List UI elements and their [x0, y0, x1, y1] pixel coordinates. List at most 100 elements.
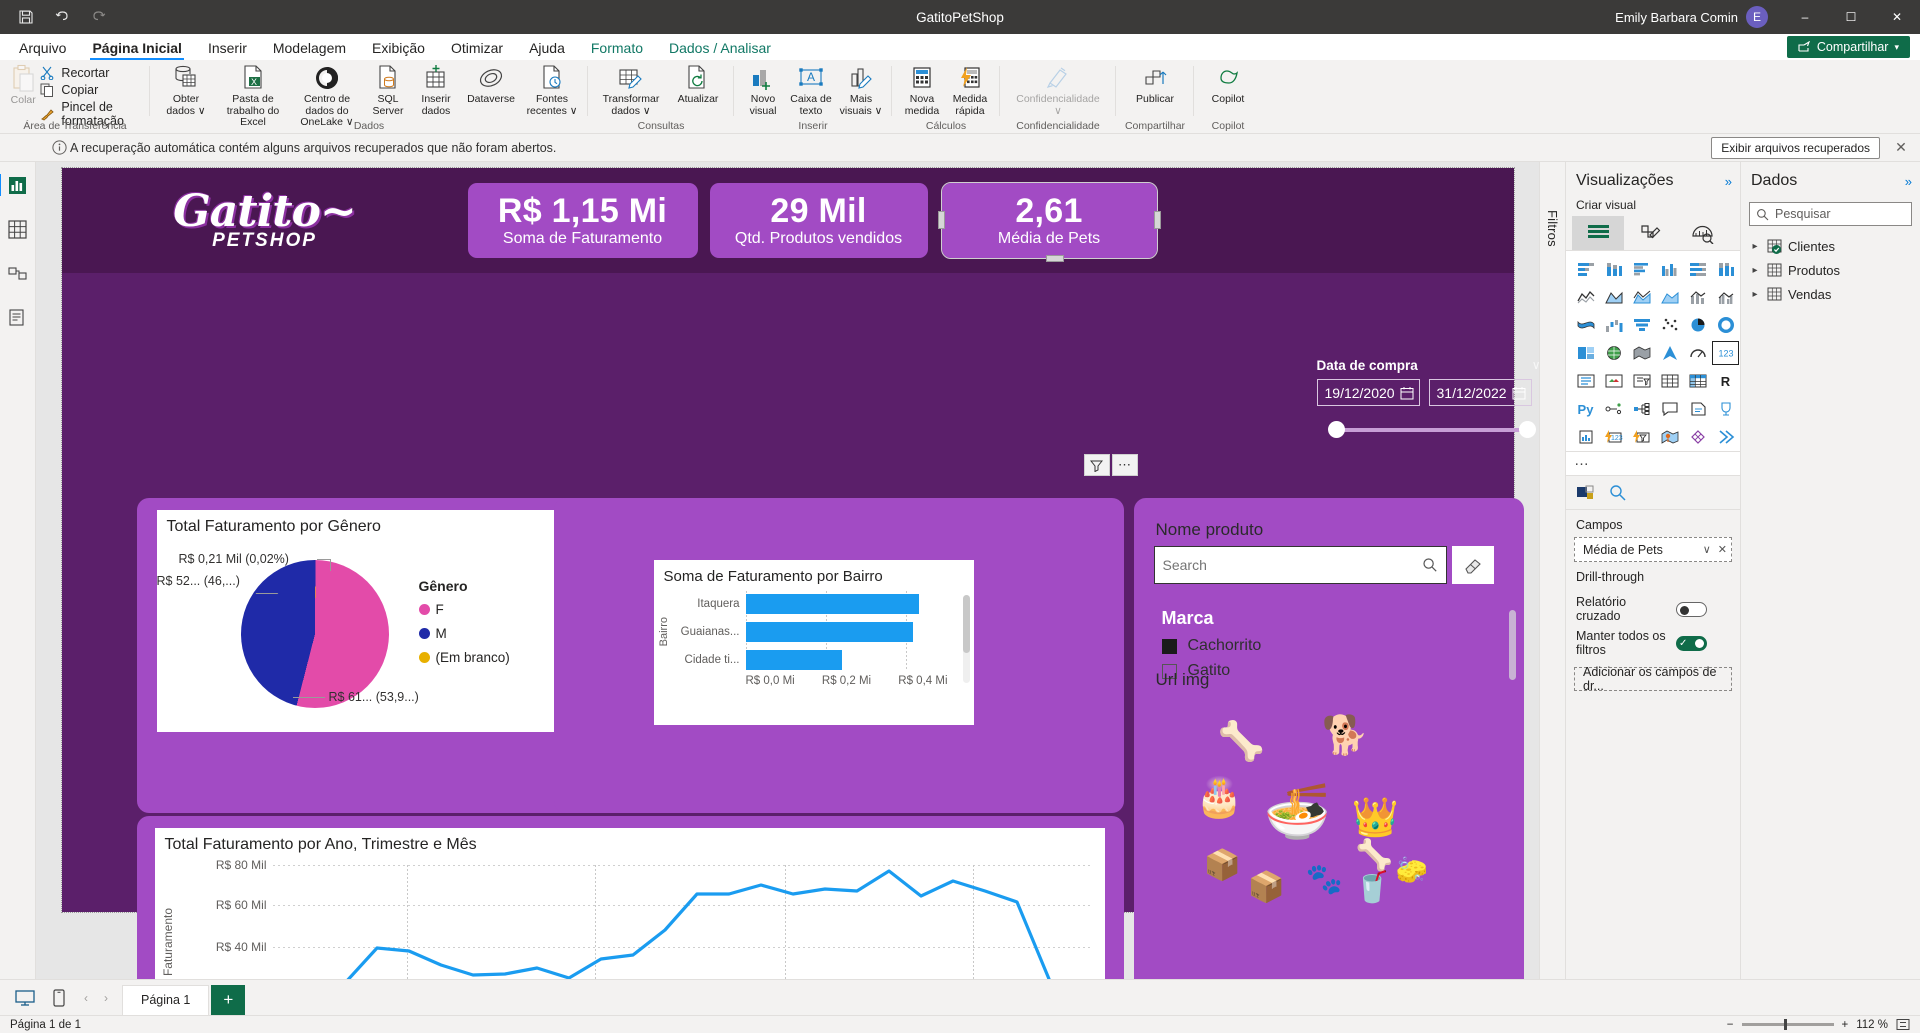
kpi-icon[interactable]	[1600, 369, 1627, 393]
bar-row[interactable]: Itaquera	[676, 591, 948, 617]
report-canvas[interactable]: Gatito~ PETSHOP R$ 1,15 Mi Soma de Fatur…	[60, 167, 1539, 979]
dataverse-button[interactable]: Dataverse	[460, 63, 522, 106]
desktop-view-icon[interactable]	[8, 980, 42, 1015]
data-table-clientes[interactable]: ▸ Clientes	[1749, 234, 1920, 258]
line-and-clustered-column-chart-icon[interactable]	[1712, 285, 1739, 309]
kpi-card-produtos-vendidos[interactable]: 29 Mil Qtd. Produtos vendidos	[709, 183, 928, 258]
data-search-box[interactable]: Pesquisar	[1749, 202, 1912, 226]
bar-chart-visual[interactable]: Soma de Faturamento por Bairro Bairro It…	[653, 560, 974, 725]
tab-modelagem[interactable]: Modelagem	[260, 37, 359, 60]
product-search-box[interactable]	[1153, 546, 1447, 584]
decomposition-tree-icon[interactable]	[1628, 397, 1655, 421]
novo-visual-button[interactable]: Novo visual	[740, 63, 786, 117]
map-icon[interactable]	[1600, 341, 1627, 365]
transformar-dados-button[interactable]: Transformar dados ∨	[594, 63, 668, 117]
date-slicer[interactable]: Data de compra ∨ 19/12/2020 31/12/2022	[1316, 358, 1540, 438]
narrative-icon[interactable]	[1684, 397, 1711, 421]
100-stacked-column-chart-icon[interactable]	[1712, 257, 1739, 281]
chevron-down-icon[interactable]: ∨	[1703, 543, 1711, 556]
medida-rapida-button[interactable]: Medida rápida	[946, 63, 994, 117]
bar-fill[interactable]	[745, 622, 914, 642]
filter-icon[interactable]	[1083, 454, 1110, 476]
mais-visuais-button[interactable]: Mais visuais ∨	[836, 63, 886, 117]
legend-item[interactable]: M	[418, 626, 510, 641]
bar-chart-scrollbar[interactable]	[962, 595, 970, 683]
stacked-bar-chart-icon[interactable]	[1572, 257, 1599, 281]
stacked-column-chart-icon[interactable]	[1600, 257, 1627, 281]
python-visual-icon[interactable]: Py	[1572, 397, 1599, 421]
resize-handle-left[interactable]	[937, 211, 945, 229]
more-options-icon[interactable]: ⋯	[1111, 454, 1138, 476]
legend-item[interactable]: (Em branco)	[418, 650, 510, 665]
line-chart-visual[interactable]: Total Faturamento por Ano, Trimestre e M…	[154, 828, 1105, 979]
nova-medida-button[interactable]: Nova medida	[898, 63, 946, 117]
slicer-end-date-input[interactable]: 31/12/2022	[1428, 379, 1532, 406]
prev-page-button[interactable]: ‹	[76, 980, 96, 1015]
waterfall-chart-icon[interactable]	[1600, 313, 1627, 337]
publicar-button[interactable]: Publicar	[1122, 63, 1188, 106]
format-visual-icon[interactable]	[1624, 216, 1676, 250]
r-script-visual-icon[interactable]: R	[1712, 369, 1739, 393]
next-page-button[interactable]: ›	[96, 980, 116, 1015]
field-well-media-de-pets[interactable]: Média de Pets ∨ ✕	[1574, 537, 1732, 562]
stacked-area-chart-icon[interactable]	[1628, 285, 1655, 309]
donut-chart-icon[interactable]	[1712, 313, 1739, 337]
excel-workbook-button[interactable]: X Pasta de trabalho do Excel	[216, 63, 290, 129]
100-stacked-bar-chart-icon[interactable]	[1684, 257, 1711, 281]
marca-item-cachorrito[interactable]: Cachorrito	[1161, 637, 1261, 655]
data-table-produtos[interactable]: ▸ Produtos	[1749, 258, 1920, 282]
zoom-slider[interactable]	[1741, 1019, 1834, 1030]
show-recovered-files-button[interactable]: Exibir arquivos recuperados	[1711, 136, 1880, 159]
drillthrough-field-dropzone[interactable]: Adicionar os campos de dr...	[1574, 665, 1732, 693]
custom-visual-chevrons-icon[interactable]	[1712, 425, 1739, 449]
copy-button[interactable]: Copiar	[40, 83, 144, 97]
slicer-handle-start[interactable]	[1327, 421, 1345, 438]
scatter-chart-icon[interactable]	[1656, 313, 1683, 337]
key-influencers-icon[interactable]	[1600, 397, 1627, 421]
slicer-icon[interactable]	[1628, 369, 1655, 393]
build-visual-icon[interactable]	[1572, 216, 1624, 250]
onelake-button[interactable]: Centro de dados do OneLake ∨	[290, 63, 364, 129]
slicer-range-track[interactable]	[1317, 421, 1540, 438]
tab-otimizar[interactable]: Otimizar	[438, 37, 516, 60]
mobile-view-icon[interactable]	[42, 980, 76, 1015]
fontes-recentes-button[interactable]: Fontes recentes ∨	[522, 63, 582, 117]
calendar-icon[interactable]	[1512, 386, 1526, 400]
chevron-down-icon[interactable]: ▾	[1894, 42, 1899, 53]
fit-to-page-icon[interactable]	[1896, 1018, 1910, 1031]
gauge-icon[interactable]	[1684, 341, 1711, 365]
pie-chart-visual[interactable]: Total Faturamento por Gênero R$ 0,21 Mil…	[156, 510, 587, 732]
line-chart-icon[interactable]	[1572, 285, 1599, 309]
legend-item[interactable]: F	[418, 602, 510, 617]
chevron-right-icon[interactable]: ▸	[1749, 289, 1761, 300]
copilot-button[interactable]: Copilot	[1200, 63, 1256, 106]
share-button[interactable]: Compartilhar ▾	[1786, 36, 1910, 58]
tab-exibicao[interactable]: Exibição	[359, 37, 438, 60]
page-tab-pagina-1[interactable]: Página 1	[122, 985, 210, 1015]
filled-map-icon[interactable]	[1628, 341, 1655, 365]
arcgis-map-icon[interactable]	[1656, 425, 1683, 449]
search-input[interactable]	[1162, 557, 1422, 573]
zoom-in-button[interactable]: +	[1842, 1019, 1849, 1031]
calendar-icon[interactable]	[1400, 386, 1414, 400]
multi-row-card-icon[interactable]	[1572, 369, 1599, 393]
slicer-handle-end[interactable]	[1518, 421, 1536, 438]
matrix-icon[interactable]	[1684, 369, 1711, 393]
sql-server-button[interactable]: SQL Server	[364, 63, 412, 117]
clustered-bar-chart-icon[interactable]	[1628, 257, 1655, 281]
qa-visual-icon[interactable]	[1656, 397, 1683, 421]
treemap-icon[interactable]	[1572, 341, 1599, 365]
filters-pane-collapsed[interactable]: Filtros	[1539, 162, 1565, 979]
chevron-right-icon[interactable]: ▸	[1749, 265, 1761, 276]
tab-inserir[interactable]: Inserir	[195, 37, 260, 60]
bar-row[interactable]: Cidade ti...	[676, 647, 948, 673]
tab-ajuda[interactable]: Ajuda	[516, 37, 578, 60]
marca-list-scrollbar[interactable]	[1508, 610, 1516, 680]
search-fields-icon[interactable]	[1609, 484, 1626, 501]
keep-all-filters-toggle[interactable]: ✓	[1676, 635, 1707, 651]
card-icon[interactable]: 123	[1712, 341, 1739, 365]
checkbox-checked-icon[interactable]	[1161, 638, 1177, 654]
chevron-right-icon[interactable]: ▸	[1749, 241, 1761, 252]
clear-filter-button[interactable]	[1451, 546, 1494, 584]
inserir-dados-button[interactable]: Inserir dados	[412, 63, 460, 117]
